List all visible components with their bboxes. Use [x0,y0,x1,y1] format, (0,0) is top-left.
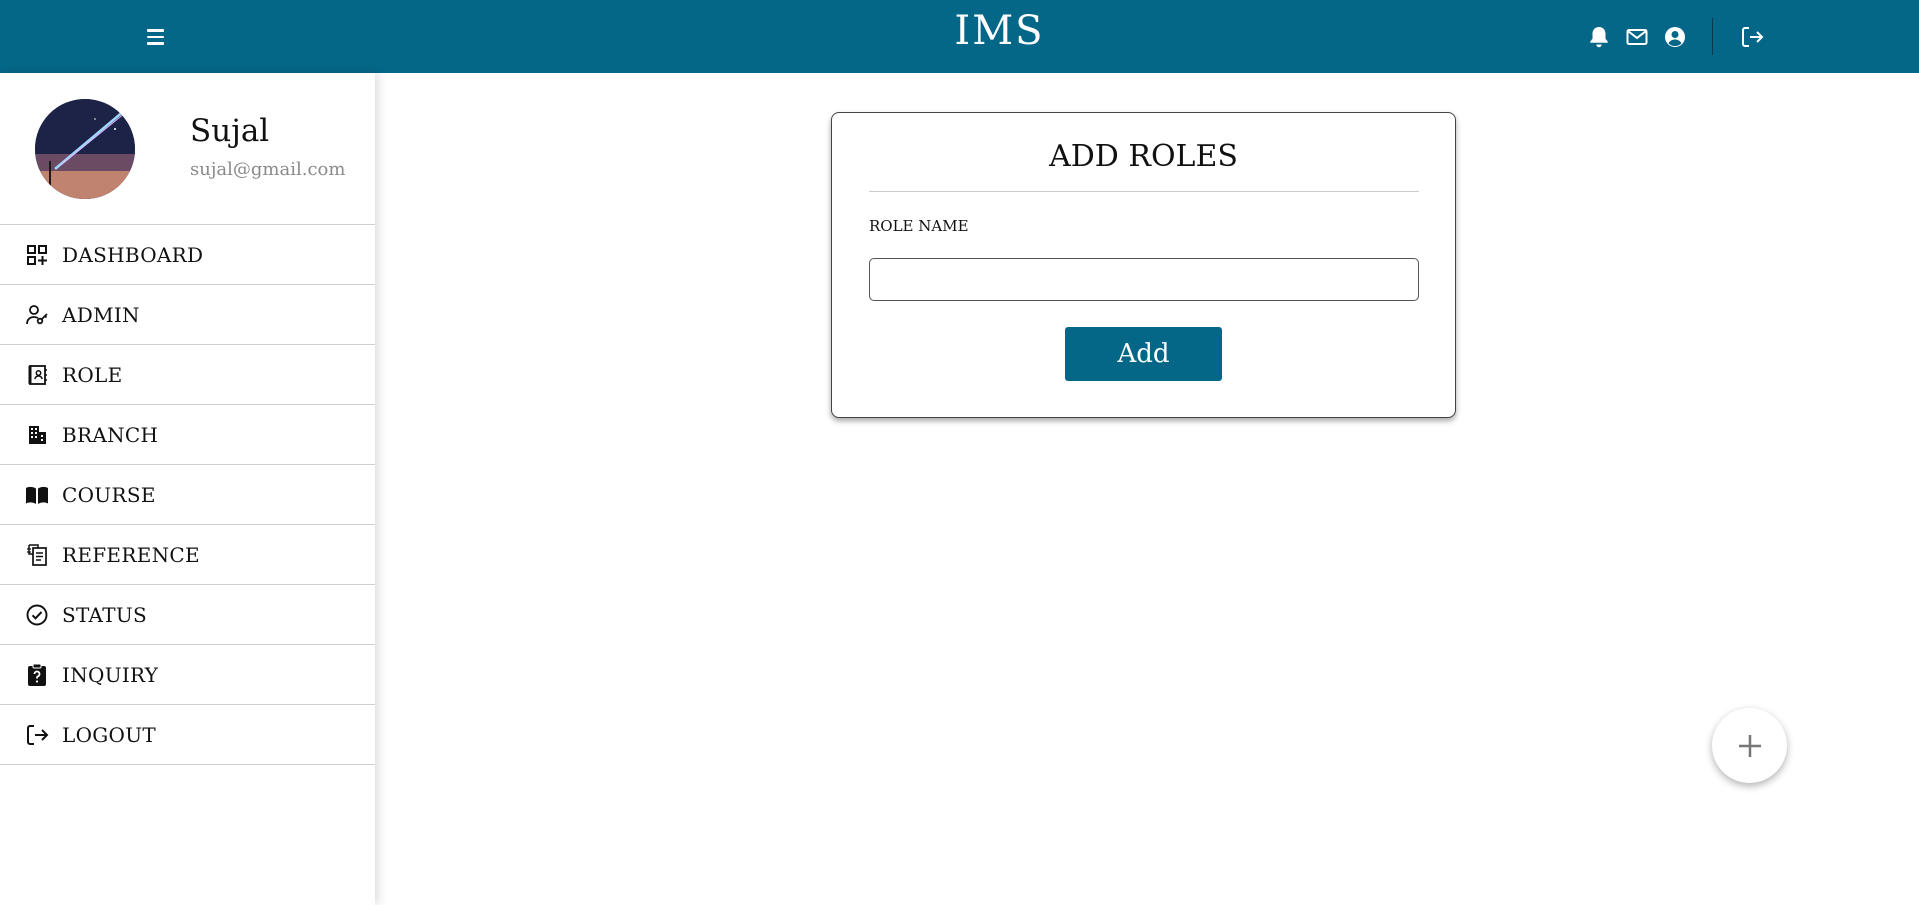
add-button[interactable]: Add [1065,327,1222,381]
clipboard-question-icon [25,663,49,687]
sidebar-item-inquiry[interactable]: INQUIRY [0,645,375,705]
document-reference-icon [25,543,49,567]
sidebar-item-label: LOGOUT [62,722,157,747]
building-icon [25,423,49,447]
sidebar: Sujal sujal@gmail.com DASHBOARD ADMIN RO… [0,73,375,905]
add-roles-card: ADD ROLES ROLE NAME Add [831,112,1456,418]
role-name-input[interactable] [869,258,1419,301]
avatar[interactable] [35,99,135,199]
logout-icon[interactable] [1739,24,1765,50]
profile-section: Sujal sujal@gmail.com [0,73,375,225]
sidebar-item-label: STATUS [62,602,147,627]
role-name-label: ROLE NAME [869,217,969,235]
sidebar-item-label: COURSE [62,482,156,507]
top-app-bar: IMS [0,0,1919,73]
user-key-icon [25,303,49,327]
form-title: ADD ROLES [1049,139,1238,174]
sidebar-item-dashboard[interactable]: DASHBOARD [0,225,375,285]
sidebar-item-logout[interactable]: LOGOUT [0,705,375,765]
sidebar-item-status[interactable]: STATUS [0,585,375,645]
dashboard-grid-icon [25,243,49,267]
sidebar-item-role[interactable]: ROLE [0,345,375,405]
sidebar-item-label: BRANCH [62,422,159,447]
header-divider [1712,18,1713,55]
sidebar-item-label: ROLE [62,362,123,387]
plus-icon [1738,734,1761,757]
user-circle-icon[interactable] [1662,24,1688,50]
sidebar-item-admin[interactable]: ADMIN [0,285,375,345]
sidebar-nav: DASHBOARD ADMIN ROLE BRANCH COURSE REFER… [0,225,375,765]
mail-icon[interactable] [1624,24,1650,50]
check-circle-icon [25,603,49,627]
sidebar-item-branch[interactable]: BRANCH [0,405,375,465]
sidebar-item-label: ADMIN [62,302,140,327]
contact-book-icon [25,363,49,387]
floating-add-button[interactable] [1712,708,1787,783]
bell-icon[interactable] [1586,24,1612,50]
sidebar-item-reference[interactable]: REFERENCE [0,525,375,585]
logout-icon [25,723,49,747]
profile-name: Sujal [190,113,270,149]
open-book-icon [25,483,49,507]
sidebar-item-label: DASHBOARD [62,242,204,267]
profile-email: sujal@gmail.com [190,159,346,180]
divider [869,191,1419,192]
sidebar-item-label: INQUIRY [62,662,159,687]
sidebar-item-label: REFERENCE [62,542,200,567]
sidebar-item-course[interactable]: COURSE [0,465,375,525]
